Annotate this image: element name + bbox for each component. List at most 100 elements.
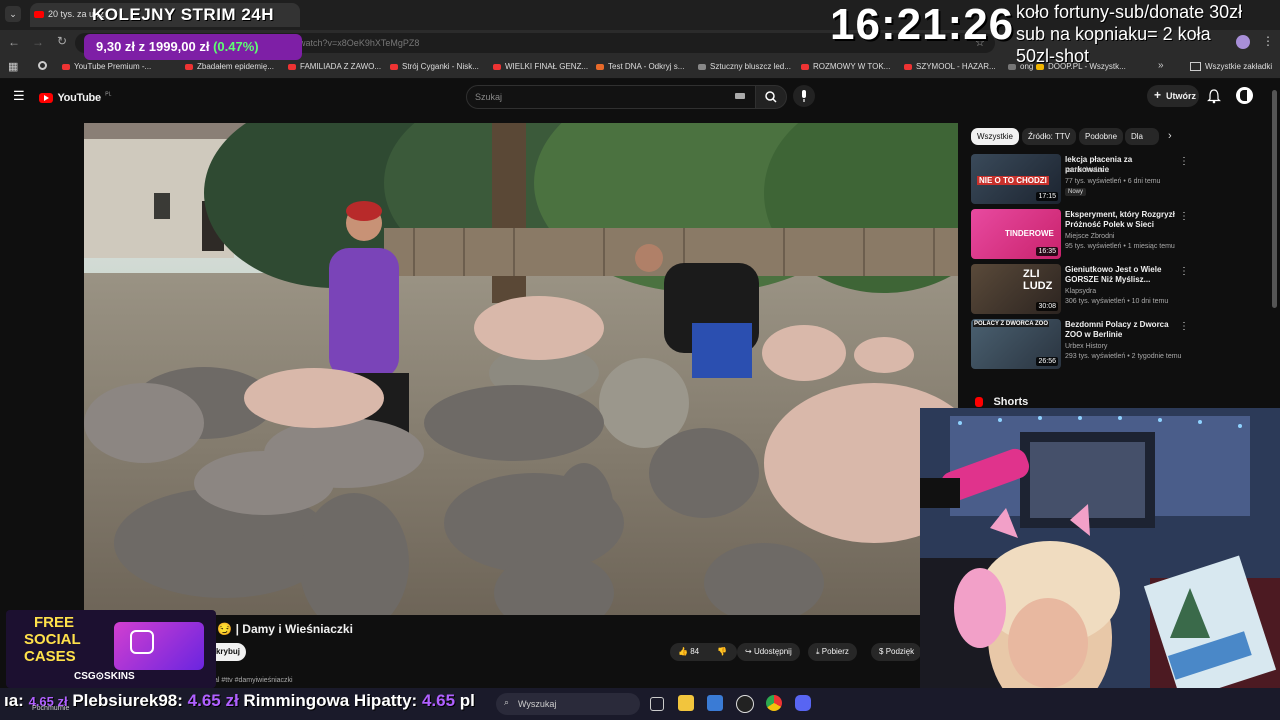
reload-icon[interactable]: ↻ [57,34,67,48]
search-icon: ⌕ [504,697,510,707]
bookmark-item[interactable]: YouTube Premium -... [62,62,151,71]
view-stats: 77 tys. wyświetleń • 6 dni temu [1065,178,1161,185]
wheel-info-overlay: koło fortuny-sub/donate 30zł sub na kopn… [1016,1,1280,67]
recommendation-item[interactable]: ZLI LUDZ 30:08 Gieniutkowo Jest o Wiele … [971,264,1189,314]
bookmark-item[interactable]: SZYMOOL - HAZAR... [904,62,996,71]
donation-ticker: ıa: 4.65 zł Plebsiurek98: 4.65 zł Rimmin… [4,691,475,710]
chip-source-ttv[interactable]: Źródło: TTV [1022,128,1077,145]
recommendation-item[interactable]: POLACY Z DWORCA ZOO 26:56 Bezdomni Polac… [971,319,1189,369]
voice-search-button[interactable] [793,85,815,107]
ad-line1: FREE [34,614,75,631]
youtube-favicon-icon [34,11,44,18]
bookmark-item[interactable]: Strój Cyganki - Nisk... [390,62,479,71]
duration-badge: 16:35 [1036,247,1058,256]
video-title: ! 😏 | Damy i Wieśniaczki [210,622,353,636]
keyboard-icon[interactable] [735,93,745,99]
search-input[interactable]: Szukaj [466,85,756,109]
chip-all[interactable]: Wszystkie [971,128,1019,145]
video-thumbnail[interactable]: ZLI LUDZ 30:08 [971,264,1061,314]
channel-name[interactable]: Miejsce Zbrodni [1065,233,1114,240]
video-player[interactable] [84,123,958,615]
thanks-button[interactable]: $ Podzięk [871,643,921,661]
youtube-icon [390,63,398,70]
stream-title-overlay: KOLEJNY STRIM 24H [92,5,275,24]
channel-name[interactable]: samochodoza [1065,167,1109,174]
ad-line3: CASES [24,648,76,665]
webcam-feed [920,408,1280,720]
search-button[interactable] [755,85,787,109]
account-avatar[interactable] [1236,87,1253,104]
csgoskins-ad[interactable]: FREE SOCIAL CASES CSG⊙SKINS [6,610,216,688]
notifications-bell-icon[interactable] [1207,88,1221,104]
youtube-logo[interactable]: YouTube PL [39,89,111,107]
recommendation-title[interactable]: Bezdomni Polacy z Dworca ZOO w Berlinie [1065,320,1175,340]
youtube-icon [493,63,501,70]
ad-line2: SOCIAL [24,631,81,648]
youtube-play-icon [39,92,53,103]
more-options-icon[interactable]: ⋮ [1179,156,1189,167]
download-button[interactable]: ⤓ Pobierz [808,643,857,661]
view-stats: 95 tys. wyświetleń • 1 miesiąc temu [1065,243,1175,250]
donation-goal-amount: 9,30 zł z 1999,00 zł [96,39,210,54]
back-icon[interactable]: ← [8,35,20,49]
chrome-taskbar-icon[interactable] [766,695,782,711]
dna-icon [596,63,604,70]
forward-icon[interactable]: → [32,35,44,49]
youtube-icon [288,63,296,70]
bookmark-item[interactable]: Zbadałem epidemię... [185,62,274,71]
more-options-icon[interactable]: ⋮ [1179,321,1189,332]
channel-name[interactable]: Urbex History [1065,343,1107,350]
chips-next-chevron-icon[interactable]: › [1168,130,1172,142]
apps-grid-icon[interactable]: ▦ [8,60,18,73]
file-explorer-icon[interactable] [678,695,694,711]
scrollbar-thumb[interactable] [1272,90,1277,308]
hashtags[interactable]: al #ttv #damyiwieśniaczki [214,677,293,684]
youtube-icon [185,63,193,70]
search-icon [765,91,777,103]
duration-badge: 30:08 [1036,302,1058,311]
bookmark-item[interactable]: Sztuczny bluszcz led... [698,62,791,71]
wheel-line-3: 50zl-shot [1016,46,1090,66]
bookmark-item[interactable]: FAMILIADA Z ZAWO... [288,62,381,71]
task-view-icon[interactable] [650,697,664,711]
tab-search-button[interactable]: ⌄ [5,6,21,22]
chip-similar[interactable]: Podobne [1079,128,1124,145]
recommendation-title[interactable]: Eksperyment, który Rozgryzł Próżność Pol… [1065,210,1175,230]
chip-for-you[interactable]: Dla Cieb [1125,128,1159,145]
download-icon: ⤓ [816,647,820,656]
recommendation-title[interactable]: Gieniutkowo Jest o Wiele GORSZE Niż Myśl… [1065,265,1175,285]
wheel-line-1: koło fortuny-sub/donate 30zł [1016,2,1243,22]
microphone-icon [802,90,806,102]
more-options-icon[interactable]: ⋮ [1179,211,1189,222]
donation-goal-pill: 9,30 zł z 1999,00 zł (0.47%) [84,34,302,60]
dislike-button[interactable]: 👎 [709,643,737,661]
new-badge: Nowy [1065,188,1087,196]
ad-gift-box [114,622,204,670]
more-options-icon[interactable]: ⋮ [1179,266,1189,277]
video-thumbnail[interactable]: POLACY Z DWORCA ZOO 26:56 [971,319,1061,369]
weather-label: Pochmurnie [32,705,70,712]
discord-icon[interactable] [795,695,811,711]
video-thumbnail[interactable]: TINDEROWE 16:35 [971,209,1061,259]
share-button[interactable]: ↪ Udostępnij [737,643,800,661]
thumbs-up-icon: 👍 [678,647,688,656]
obs-icon[interactable] [736,695,754,713]
video-thumbnail[interactable]: NIE O TO CHODZI 17:15 [971,154,1061,204]
recommendation-item[interactable]: TINDEROWE 16:35 Eksperyment, który Rozgr… [971,209,1189,259]
channel-name[interactable]: Klapsydra [1065,288,1096,295]
youtube-icon [801,63,809,70]
create-button[interactable]: + Utwórz [1147,85,1199,107]
bookmark-item[interactable]: Test DNA - Odkryj s... [596,62,684,71]
view-stats: 306 tys. wyświetleń • 10 dni temu [1065,298,1169,305]
shop-icon [698,63,706,70]
hamburger-menu-icon[interactable]: ☰ [13,88,25,104]
store-icon[interactable] [707,695,723,711]
search-placeholder: Szukaj [475,92,503,102]
wheel-line-2: sub na kopniaku= 2 koła [1016,24,1211,44]
bookmark-item[interactable]: ROZMOWY W TOK... [801,62,890,71]
taskbar-search[interactable]: ⌕ Wyszukaj [496,693,640,715]
chrome-icon[interactable] [38,61,47,70]
recommendation-item[interactable]: NIE O TO CHODZI 17:15 lekcja płacenia za… [971,154,1189,204]
instagram-icon [130,630,154,654]
bookmark-item[interactable]: WIELKI FINAŁ GENZ... [493,62,588,71]
